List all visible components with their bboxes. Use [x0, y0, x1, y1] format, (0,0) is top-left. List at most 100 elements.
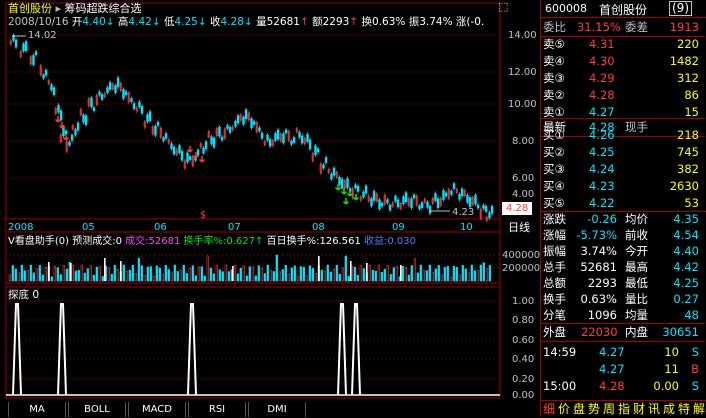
inner-label: 内盘: [625, 325, 648, 339]
stat-label: 最高: [625, 260, 648, 274]
ask-label: 卖②: [543, 88, 565, 102]
price-axis-label: 8.00: [512, 136, 535, 147]
stat-value: 0.27: [673, 292, 699, 306]
close-value: 4.28: [220, 16, 244, 28]
indicator-panel-title: 探底: [8, 289, 29, 301]
stat-label: 振幅: [543, 244, 566, 258]
indicator-name[interactable]: 筹码超跌综合选: [65, 2, 142, 15]
stat-value: 2293: [587, 276, 617, 290]
bid-label: 买①: [543, 128, 565, 142]
change-label: 涨: [455, 16, 467, 28]
ask-volume: 86: [684, 88, 699, 102]
tick-price: 4.27: [599, 362, 625, 376]
quote-tab[interactable]: 价: [558, 402, 570, 417]
kline-date: 2008/10/16: [8, 16, 69, 28]
dividend-marker[interactable]: $: [200, 210, 206, 221]
quote-row: 买⑤ 4.22 53: [541, 195, 705, 212]
stat-label: 量比: [625, 292, 648, 306]
open-label: 开: [71, 16, 83, 28]
stat-value: 52681: [580, 260, 617, 274]
tab-ma[interactable]: MA: [8, 402, 66, 417]
income-label: 收益:: [364, 236, 388, 247]
ask-price: 4.31: [589, 37, 615, 51]
high-label: 高: [117, 16, 129, 28]
dropdown-icon[interactable]: ▸: [56, 2, 62, 15]
quote-row: 换手 0.63% 量比 0.27: [541, 291, 705, 308]
ask-price: 4.29: [589, 71, 615, 85]
stat-value: 4.42: [673, 260, 699, 274]
stat-label: 总额: [543, 276, 566, 290]
arrow-down-icon: ↓: [151, 16, 161, 28]
quote-row: 4.27 11 B: [541, 361, 705, 378]
quote-panel: 600008 首创股份 (9) 委比 31.15% 委差 1913 卖⑤ 4.31…: [540, 0, 706, 418]
tick-side: B: [691, 362, 699, 376]
quote-tab[interactable]: 成: [663, 402, 675, 417]
ask-price: 4.28: [589, 88, 615, 102]
quote-tab[interactable]: 讯: [648, 402, 660, 417]
volume-indicator-title: V看盘助手: [8, 236, 55, 247]
tick-time: 15:00: [543, 379, 577, 393]
stat-value: -0.26: [587, 212, 617, 226]
quote-tab[interactable]: 势: [588, 402, 600, 417]
quote-tab[interactable]: 周: [603, 402, 615, 417]
stat-value: 48: [684, 308, 699, 322]
diff-value: 1913: [669, 20, 699, 34]
period-label[interactable]: 日线: [508, 221, 530, 234]
quote-tab[interactable]: 解: [693, 402, 705, 417]
stat-label: 换手: [543, 292, 566, 306]
badge[interactable]: (9): [669, 1, 692, 16]
quote-row: 涨跌 -0.26 均价 4.35: [541, 211, 705, 228]
kline-chart[interactable]: $: [0, 0, 540, 402]
stat-label: 最低: [625, 276, 648, 290]
bid-price: 4.22: [589, 196, 615, 210]
kline-chart-area[interactable]: $ 首创股份 ▸ 筹码超跌综合选 ⬚ 2008/10/16 开4.40↓ 高4.…: [0, 0, 540, 417]
quote-tab[interactable]: 特: [678, 402, 690, 417]
tick-volume: 11: [664, 362, 679, 376]
bid-price: 4.26: [589, 128, 615, 142]
price-axis-label: 12.00: [508, 67, 537, 78]
arrow-down-icon: ↓: [197, 16, 207, 28]
volume-value: 52681: [266, 16, 300, 28]
deal-label: 成交:: [125, 236, 149, 247]
bid-label: 买②: [543, 145, 565, 159]
tab-dmi[interactable]: DMI: [248, 402, 306, 417]
bid-label: 买⑤: [543, 196, 565, 210]
turnover-rate-value: 0.627: [226, 236, 256, 247]
tab-boll[interactable]: BOLL: [68, 402, 126, 417]
bid-volume: 745: [677, 145, 699, 159]
quote-tab[interactable]: 财: [633, 402, 645, 417]
stock-name-quote: 首创股份: [599, 3, 648, 17]
quote-bottom-tabs: 细价盘势周指财讯成特解: [541, 400, 706, 418]
diff-label: 委差: [625, 20, 648, 34]
ask-volume: 220: [677, 37, 699, 51]
alarm-icon[interactable]: ⬚: [498, 1, 510, 13]
quote-row: 卖④ 4.30 1482: [541, 53, 705, 70]
quote-tab[interactable]: 盘: [573, 402, 585, 417]
stat-label: 涨跌: [543, 212, 566, 226]
quote-row: 买① 4.26 218: [541, 127, 705, 144]
deal-value: 52681: [148, 236, 181, 247]
date-axis-label: 2008: [8, 222, 34, 233]
stat-label: 今开: [625, 244, 648, 258]
quote-row: 卖③ 4.29 312: [541, 70, 705, 87]
quote-tab[interactable]: 指: [618, 402, 630, 417]
bid-label: 买④: [543, 179, 565, 193]
date-axis-label: 08: [312, 222, 325, 233]
close-label: 收: [210, 16, 221, 28]
tab-rsi[interactable]: RSI: [188, 402, 246, 417]
tick-side: S: [691, 379, 699, 393]
indicator-axis-label: 0.80: [512, 315, 535, 326]
tab-macd[interactable]: MACD: [128, 402, 186, 417]
stock-name: 首创股份: [8, 2, 52, 15]
stat-value: 3.74%: [580, 244, 617, 258]
stat-label: 均量: [625, 308, 648, 322]
quote-tab[interactable]: 细: [543, 402, 555, 417]
date-axis-label: 06: [154, 222, 167, 233]
volume-label: 量: [256, 16, 267, 28]
price-axis-label: 4.00: [512, 189, 535, 200]
stat-value: -5.73%: [576, 228, 617, 242]
low-mark: 4.23: [452, 207, 475, 218]
tick-side: S: [691, 345, 699, 359]
price-axis-label: 14.00: [508, 30, 537, 41]
bid-label: 买③: [543, 162, 565, 176]
